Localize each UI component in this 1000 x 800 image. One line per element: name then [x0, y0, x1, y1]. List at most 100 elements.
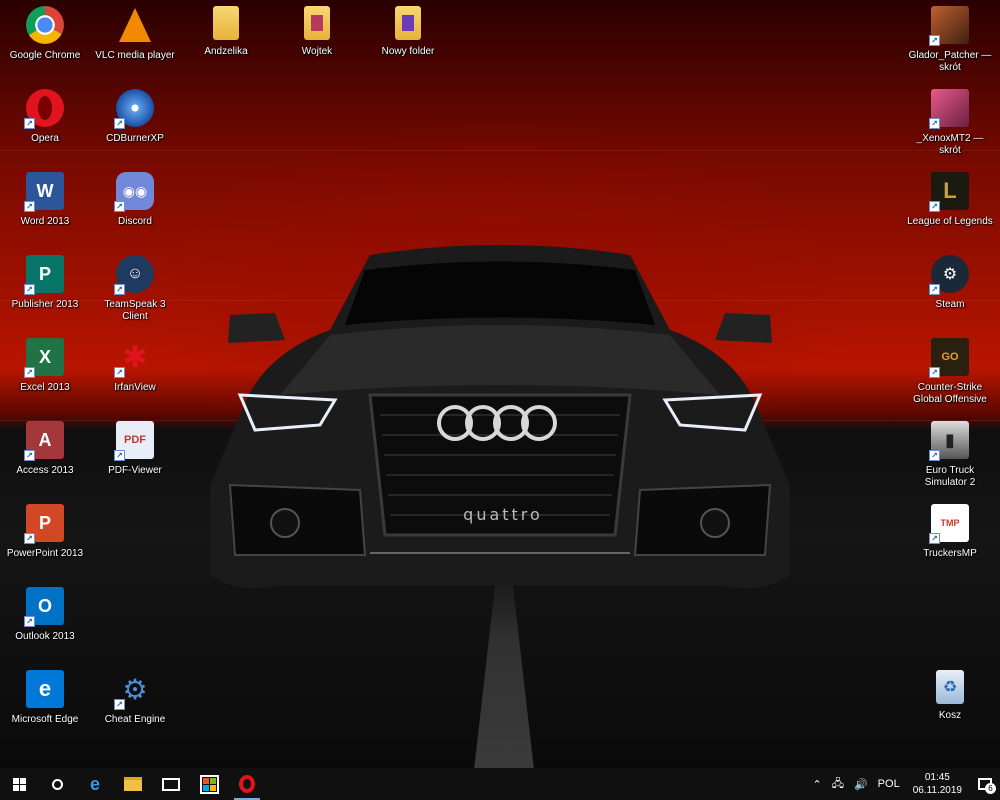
icon-label: VLC media player [95, 50, 175, 61]
network-icon[interactable]: 🖧 [832, 775, 844, 794]
taskbar-opera-button[interactable] [228, 768, 266, 800]
shortcut-arrow-icon: ↗ [24, 450, 35, 461]
desktop-icon-access[interactable]: A ↗ Access 2013 [2, 415, 88, 495]
shortcut-arrow-icon: ↗ [114, 699, 125, 710]
icon-label: Google Chrome [9, 50, 81, 61]
taskbar-file-explorer-button[interactable] [114, 768, 152, 800]
shortcut-arrow-icon: ↗ [24, 284, 35, 295]
desktop-icon-folder-andzelika[interactable]: Andzelika [183, 0, 269, 80]
desktop-icon-steam[interactable]: ⚙ ↗ Steam [907, 249, 993, 329]
desktop-icon-opera[interactable]: ↗ Opera [2, 83, 88, 163]
desktop-icon-teamspeak[interactable]: ☺ ↗ TeamSpeak 3 Client [92, 249, 178, 329]
icon-label: Nowy folder [381, 46, 435, 57]
desktop-icon-csgo[interactable]: GO ↗ Counter-Strike Global Offensive [907, 332, 993, 412]
desktop-icon-word[interactable]: W ↗ Word 2013 [2, 166, 88, 246]
desktop-icon-truckersmp[interactable]: TMP ↗ TruckersMP [907, 498, 993, 578]
windows-logo-icon [12, 777, 26, 791]
csgo-icon: GO ↗ [929, 338, 969, 378]
desktop-icon-euro-truck-simulator[interactable]: ▮ ↗ Euro Truck Simulator 2 [907, 415, 993, 495]
desktop-icon-glador-patcher[interactable]: ↗ Glador_Patcher — skrót [907, 0, 993, 80]
desktop-icon-cdburnerxp[interactable]: ↗ CDBurnerXP [92, 83, 178, 163]
opera-icon [239, 775, 255, 793]
icon-label: Excel 2013 [20, 382, 70, 393]
desktop-icon-google-chrome[interactable]: Google Chrome [2, 0, 88, 80]
desktop-icon-folder-wojtek[interactable]: Wojtek [274, 0, 360, 80]
start-button[interactable] [0, 768, 38, 800]
irfanview-icon: ✱ ↗ [114, 338, 154, 378]
volume-icon[interactable]: 🔊 [854, 778, 868, 791]
action-center-button[interactable]: 6 [970, 768, 1000, 800]
icon-label: Andzelika [204, 46, 248, 57]
shortcut-arrow-icon: ↗ [114, 118, 125, 129]
desktop-icon-nowy-folder[interactable]: Nowy folder [365, 0, 451, 80]
shortcut-arrow-icon: ↗ [929, 284, 940, 295]
search-button[interactable] [38, 768, 76, 800]
desktop-icon-microsoft-edge[interactable]: e Microsoft Edge [2, 664, 88, 744]
system-tray: ⌃ 🖧 🔊 POL 01:45 06.11.2019 6 [807, 768, 1000, 800]
icon-label: PDF-Viewer [108, 465, 162, 476]
game-icon: ↗ [929, 6, 969, 46]
icon-label: _XenoxMT2 — skrót [916, 133, 984, 156]
clock[interactable]: 01:45 06.11.2019 [913, 771, 962, 797]
icon-label: Wojtek [301, 46, 333, 57]
shortcut-arrow-icon: ↗ [114, 450, 125, 461]
car-image: quattro [200, 235, 800, 605]
language-indicator[interactable]: POL [878, 778, 900, 790]
icon-label: IrfanView [114, 382, 156, 393]
powerpoint-icon: P ↗ [24, 504, 64, 544]
taskbar-store-button[interactable] [190, 768, 228, 800]
shortcut-arrow-icon: ↗ [24, 533, 35, 544]
chrome-icon [26, 6, 64, 44]
cd-icon: ↗ [114, 89, 154, 129]
icon-label: League of Legends [907, 216, 993, 227]
folder-icon [395, 6, 421, 40]
opera-icon: ↗ [24, 89, 64, 129]
icon-label: Discord [118, 216, 152, 227]
desktop-icon-powerpoint[interactable]: P ↗ PowerPoint 2013 [2, 498, 88, 578]
cheat-engine-icon: ⚙ ↗ [114, 670, 154, 710]
shortcut-arrow-icon: ↗ [114, 284, 125, 295]
icon-label: Steam [935, 299, 965, 310]
shortcut-arrow-icon: ↗ [929, 533, 940, 544]
desktop-icon-league-of-legends[interactable]: L ↗ League of Legends [907, 166, 993, 246]
icon-label: TruckersMP [923, 548, 977, 559]
desktop-icon-irfanview[interactable]: ✱ ↗ IrfanView [92, 332, 178, 412]
desktop-icon-vlc[interactable]: VLC media player [92, 0, 178, 80]
recycle-bin-icon: ♻ [936, 670, 964, 704]
taskbar-mail-button[interactable] [152, 768, 190, 800]
desktop-icon-xenoxmt2[interactable]: ↗ _XenoxMT2 — skrót [907, 83, 993, 163]
clock-time: 01:45 [924, 772, 950, 783]
desktop-icon-cheat-engine[interactable]: ⚙ ↗ Cheat Engine [92, 664, 178, 744]
icon-label: Access 2013 [16, 465, 74, 476]
desktop-icon-publisher[interactable]: P ↗ Publisher 2013 [2, 249, 88, 329]
taskbar-edge-button[interactable]: e [76, 768, 114, 800]
discord-icon: ◉◉ ↗ [114, 172, 154, 212]
quattro-text: quattro [463, 505, 543, 524]
chevron-up-icon[interactable]: ⌃ [812, 778, 821, 791]
vlc-icon [116, 6, 154, 44]
icon-label: PowerPoint 2013 [6, 548, 84, 559]
mail-icon [162, 777, 180, 791]
shortcut-arrow-icon: ↗ [24, 616, 35, 627]
taskbar: e ⌃ 🖧 🔊 POL 01:45 06.11.2019 6 [0, 768, 1000, 800]
desktop-icon-outlook[interactable]: O ↗ Outlook 2013 [2, 581, 88, 661]
shortcut-arrow-icon: ↗ [24, 367, 35, 378]
icon-label: Word 2013 [20, 216, 70, 227]
icon-label: Counter-Strike Global Offensive [913, 382, 987, 405]
folder-icon [124, 777, 142, 791]
icon-label: Kosz [938, 710, 962, 721]
edge-icon: e [26, 670, 64, 708]
desktop-icon-discord[interactable]: ◉◉ ↗ Discord [92, 166, 178, 246]
shortcut-arrow-icon: ↗ [114, 201, 125, 212]
publisher-icon: P ↗ [24, 255, 64, 295]
folder-icon [213, 6, 239, 40]
truck-icon: ▮ ↗ [929, 421, 969, 461]
pdf-icon: PDF ↗ [114, 421, 154, 461]
icon-label: CDBurnerXP [106, 133, 164, 144]
search-icon [51, 778, 63, 790]
outlook-icon: O ↗ [24, 587, 64, 627]
desktop-icon-excel[interactable]: X ↗ Excel 2013 [2, 332, 88, 412]
shortcut-arrow-icon: ↗ [24, 118, 35, 129]
desktop-icon-pdf-viewer[interactable]: PDF ↗ PDF-Viewer [92, 415, 178, 495]
desktop-icon-recycle-bin[interactable]: ♻ Kosz [907, 664, 993, 744]
